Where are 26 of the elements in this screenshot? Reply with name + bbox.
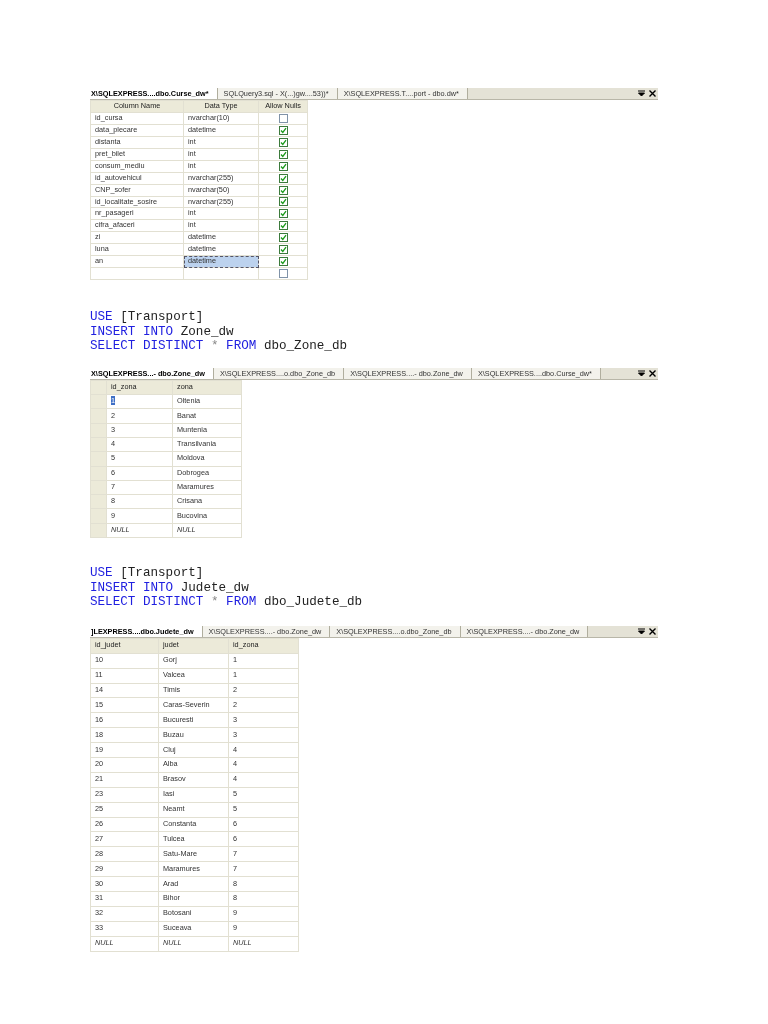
code-line: SELECT DISTINCT * FROM dbo_Zone_db <box>90 339 348 354</box>
checkbox[interactable] <box>278 185 288 195</box>
dropdown-icon[interactable] <box>638 627 645 635</box>
checkbox[interactable] <box>278 245 288 255</box>
checkbox[interactable] <box>278 221 288 231</box>
close-icon[interactable] <box>649 90 656 97</box>
code-line: INSERT INTO Judete_dw <box>90 580 250 596</box>
close-icon[interactable] <box>649 627 656 635</box>
dropdown-icon[interactable] <box>638 90 645 97</box>
checkbox[interactable] <box>278 125 288 135</box>
checkbox[interactable] <box>278 173 288 183</box>
code-line: SELECT DISTINCT * FROM dbo_Judete_db <box>90 595 364 610</box>
checkbox[interactable] <box>278 209 288 219</box>
checkbox[interactable] <box>278 197 288 207</box>
checkbox[interactable] <box>278 269 288 279</box>
checkbox[interactable] <box>278 161 288 171</box>
close-icon[interactable] <box>649 369 656 377</box>
code-line: INSERT INTO Zone_dw <box>90 324 235 340</box>
checkbox[interactable] <box>278 233 288 243</box>
checkbox[interactable] <box>278 257 288 267</box>
dropdown-icon[interactable] <box>638 369 645 377</box>
checkbox[interactable] <box>278 149 288 159</box>
code-line: USE [Transport] <box>90 566 205 581</box>
code-line: USE [Transport] <box>90 310 205 325</box>
checkbox[interactable] <box>278 137 288 147</box>
checkbox[interactable] <box>278 113 288 123</box>
